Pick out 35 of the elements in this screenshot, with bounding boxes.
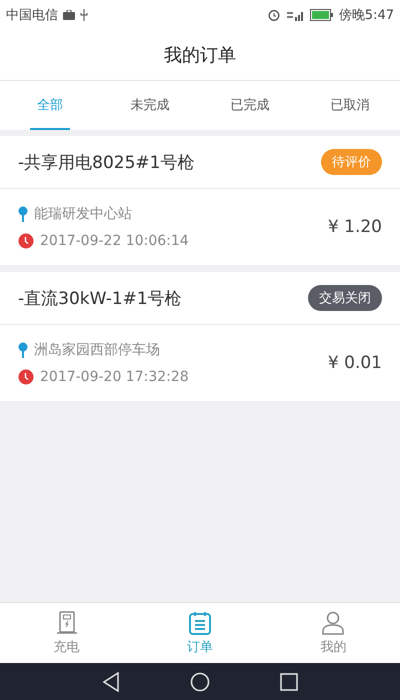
order-card[interactable]: -共享用电8025#1号枪 待评价 能瑞研发中心站 2017-09-22 10:06:14 ¥ 1.20	[0, 136, 400, 265]
location-pin-icon	[18, 342, 28, 358]
tab[interactable]: 已完成	[230, 81, 270, 130]
back-icon	[102, 672, 120, 692]
order-amount: ¥ 0.01	[328, 353, 382, 373]
location-pin-icon	[18, 206, 28, 222]
page-title: 我的订单	[164, 44, 236, 67]
order-status: 待评价	[321, 149, 382, 175]
nav-item[interactable]: 我的	[266, 603, 400, 663]
alarm-icon	[268, 9, 280, 21]
charging-station-icon	[54, 610, 79, 634]
tab[interactable]: 未完成	[130, 81, 170, 130]
usb-icon	[80, 9, 88, 21]
nav-item[interactable]: 充电	[0, 603, 134, 663]
order-card[interactable]: -直流30kW-1#1号枪 交易关闭 洲岛家园西部停车场 2017-09-20 17:32:28 ¥ 0.01	[0, 272, 400, 401]
order-amount: ¥ 1.20	[328, 217, 382, 237]
briefcase-icon	[63, 10, 75, 20]
home-icon	[190, 672, 210, 692]
clipboard-icon	[188, 610, 212, 634]
carrier-name: 中国电信	[6, 7, 58, 24]
station-name: 能瑞研发中心站	[34, 205, 132, 223]
tab[interactable]: 已取消	[330, 81, 370, 130]
order-time: 2017-09-22 10:06:14	[40, 233, 189, 249]
station-name: 洲岛家园西部停车场	[34, 341, 160, 359]
recents-icon	[280, 672, 298, 690]
clock-icon	[18, 369, 34, 385]
clock-icon	[18, 233, 34, 249]
order-status: 交易关闭	[308, 285, 382, 311]
signal-icon	[284, 10, 305, 20]
charger-name: -共享用电8025#1号枪	[18, 152, 194, 174]
clock-time: 傍晚5:47	[338, 7, 394, 24]
order-time: 2017-09-20 17:32:28	[40, 369, 189, 385]
charger-name: -直流30kW-1#1号枪	[18, 288, 182, 310]
battery-icon	[310, 9, 334, 21]
person-icon	[321, 610, 346, 634]
